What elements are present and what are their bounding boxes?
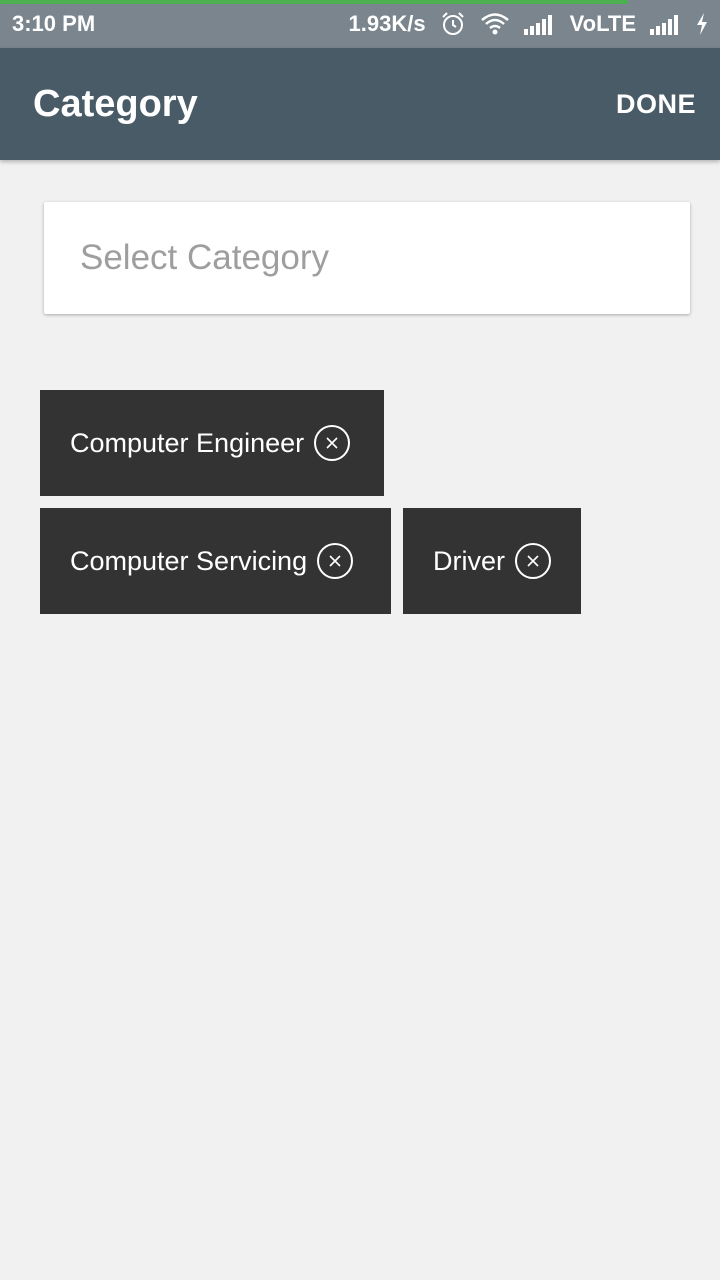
app-bar: Category DONE [0,48,720,160]
wifi-icon [480,12,510,36]
chip-label: Computer Servicing [70,545,308,576]
category-search-input[interactable] [80,238,654,278]
category-chip: Driver [403,508,581,614]
network-speed: 1.93K/s [348,11,426,36]
category-chip: Computer Engineer [40,390,384,496]
page-title: Category [33,82,198,125]
status-bar: 3:10 PM 1.93K/s VoLTE [0,0,720,48]
remove-chip-icon[interactable] [317,543,354,579]
done-button[interactable]: DONE [616,89,696,120]
page-load-progress [0,0,628,4]
category-chip: Computer Servicing [40,508,391,614]
carrier-label: VoLTE [569,11,636,36]
remove-chip-icon[interactable] [314,425,351,461]
chip-label: Computer Engineer [70,427,305,458]
signal-icon [650,13,682,35]
alarm-icon [440,11,466,37]
remove-chip-icon[interactable] [515,543,551,579]
chip-label: Driver [433,545,505,576]
status-icons: 1.93K/s VoLTE [349,11,708,37]
category-search-card [44,202,690,314]
charging-icon [696,13,708,35]
status-time: 3:10 PM [12,11,96,36]
signal-icon [523,13,556,35]
